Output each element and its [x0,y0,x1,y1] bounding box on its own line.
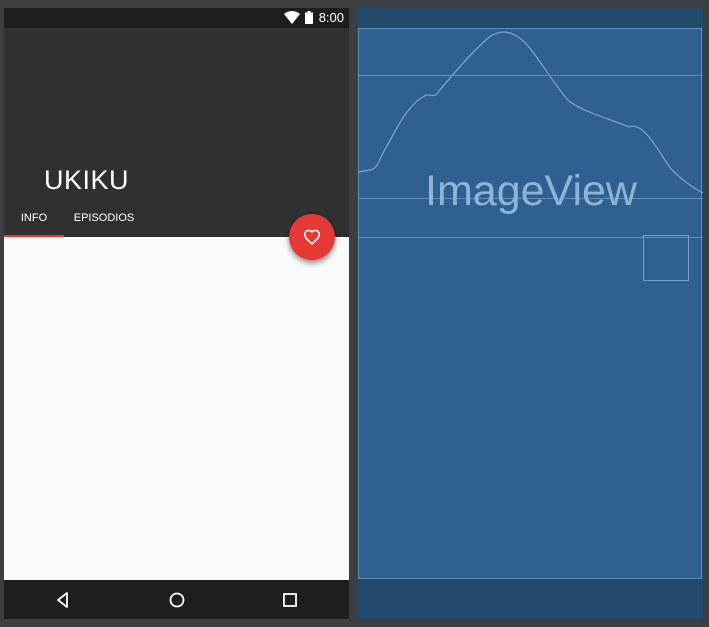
status-time: 8:00 [318,10,344,25]
heart-outline-icon [303,229,321,245]
imageview-placeholder-label: ImageView [425,167,637,215]
tab-info-label: INFO [20,212,48,224]
back-icon [52,592,74,615]
content-area [4,237,349,580]
back-button[interactable] [52,589,74,611]
blueprint-layout-root[interactable]: ImageView [358,28,703,579]
recent-apps-icon [279,593,301,615]
wifi-icon [284,11,300,29]
tab-info[interactable]: INFO [4,209,64,237]
design-preview: 8:00 UKIKU INFO EPISODIOS [4,8,349,619]
blueprint-fab-outline[interactable] [643,235,689,281]
home-icon [166,592,188,615]
navigation-bar [4,580,349,619]
status-bar: 8:00 [4,8,349,28]
tab-episodios[interactable]: EPISODIOS [64,209,144,237]
blueprint-guide-line [359,75,703,76]
tab-episodios-label: EPISODIOS [73,212,135,224]
app-title: UKIKU [44,165,130,195]
favorite-fab-button[interactable] [289,214,335,260]
battery-icon [305,11,313,29]
blueprint-preview: ImageView [358,8,703,619]
recent-apps-button[interactable] [279,589,301,611]
app-bar: UKIKU INFO EPISODIOS [4,28,349,237]
home-button[interactable] [166,589,188,611]
